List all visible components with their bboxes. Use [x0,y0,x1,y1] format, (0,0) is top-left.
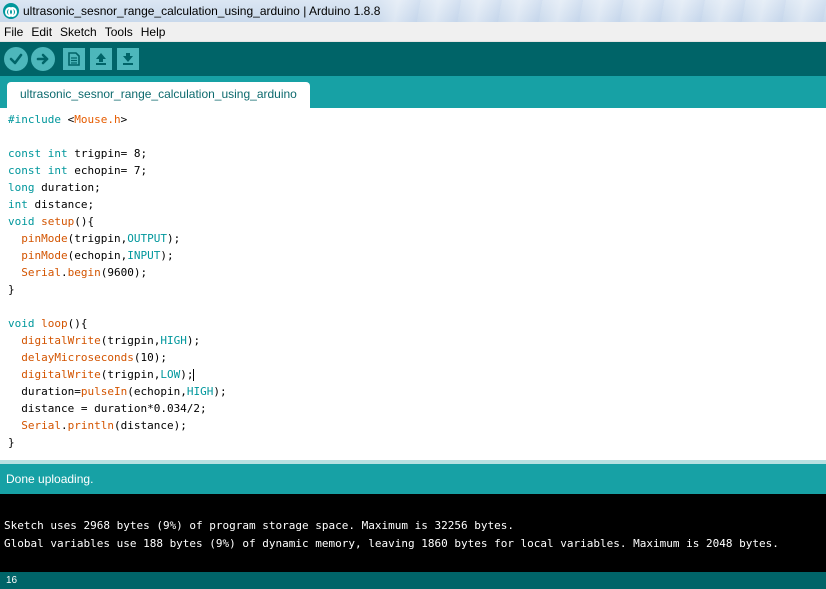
code-token: digitalWrite [21,334,101,347]
code-token: loop [41,317,68,330]
console-line-2: Global variables use 188 bytes (9%) of d… [4,537,779,550]
open-button[interactable] [90,48,112,70]
code-line-6: int distance; [8,198,95,211]
code-token: INPUT [127,249,161,262]
menu-file[interactable]: File [0,22,27,42]
code-token: pulseIn [80,385,128,398]
verify-icon [9,53,23,65]
code-token: Serial [21,266,61,279]
code-token: HIGH [186,385,214,398]
code-line-18: distance = duration*0.034/2; [8,402,207,415]
code-line-9: pinMode(echopin,INPUT); [21,249,174,262]
new-icon [68,52,80,66]
save-button[interactable] [117,48,139,70]
line-number-indicator: 16 [0,572,826,589]
menu-bar: File Edit Sketch Tools Help [0,22,826,42]
code-line-11: } [8,283,15,296]
menu-edit[interactable]: Edit [27,22,56,42]
code-token: HIGH [160,334,187,347]
console-line-1: Sketch uses 2968 bytes (9%) of program s… [4,519,514,532]
tab-strip: ultrasonic_sesnor_range_calculation_usin… [0,76,826,108]
code-token: int [47,164,68,177]
code-token: long [8,181,35,194]
verify-button[interactable] [4,47,28,71]
window-title-bar[interactable]: ultrasonic_sesnor_range_calculation_usin… [0,0,826,22]
code-line-7: void setup(){ [8,215,95,228]
code-editor[interactable]: #include <Mouse.h> const int trigpin= 8;… [0,108,826,460]
code-line-13: void loop(){ [8,317,88,330]
upload-button[interactable] [31,47,55,71]
title-bar-glass [380,0,826,22]
code-line-10: Serial.begin(9600); [21,266,148,279]
code-token: Serial [21,419,61,432]
toolbar [0,42,826,76]
menu-sketch[interactable]: Sketch [56,22,101,42]
code-token: delayMicroseconds [21,351,134,364]
code-line-5: long duration; [8,181,101,194]
code-line-19: Serial.println(distance); [21,419,187,432]
menu-help[interactable]: Help [137,22,170,42]
code-token: const [8,164,42,177]
code-line-4: const int echopin= 7; [8,164,148,177]
code-lines: #include <Mouse.h> const int trigpin= 8;… [8,113,227,453]
code-line-15: delayMicroseconds(10); [21,351,167,364]
code-token: pinMode [21,249,68,262]
code-token: void [8,317,35,330]
arduino-logo-icon [3,3,19,19]
code-line-1: #include <Mouse.h> [8,113,128,126]
tab-sketch[interactable]: ultrasonic_sesnor_range_calculation_usin… [7,82,310,108]
code-token: digitalWrite [21,368,101,381]
code-line-3: const int trigpin= 8; [8,147,148,160]
code-token: setup [41,215,75,228]
open-icon [96,53,106,65]
menu-tools[interactable]: Tools [101,22,137,42]
new-button[interactable] [63,48,85,70]
code-token: println [67,419,114,432]
code-line-16: digitalWrite(trigpin,LOW); [21,368,195,381]
console-output[interactable]: Sketch uses 2968 bytes (9%) of program s… [0,494,826,572]
code-token: begin [67,266,101,279]
code-line-14: digitalWrite(trigpin,HIGH); [21,334,201,347]
text-caret [193,369,195,381]
status-message: Done uploading. [0,464,826,494]
code-token: void [8,215,35,228]
code-token: OUTPUT [127,232,167,245]
code-line-20: } [8,436,15,449]
code-token: Mouse.h [74,113,121,126]
code-token: int [8,198,28,211]
code-token: int [47,147,68,160]
window-title: ultrasonic_sesnor_range_calculation_usin… [23,4,381,18]
save-icon [123,53,133,65]
code-token: const [8,147,42,160]
code-token: pinMode [21,232,68,245]
upload-icon [36,53,49,65]
code-token: LOW [160,368,181,381]
code-line-8: pinMode(trigpin,OUTPUT); [21,232,181,245]
code-token: #include [8,113,61,126]
code-line-17: duration=pulseIn(echopin,HIGH); [8,385,227,398]
